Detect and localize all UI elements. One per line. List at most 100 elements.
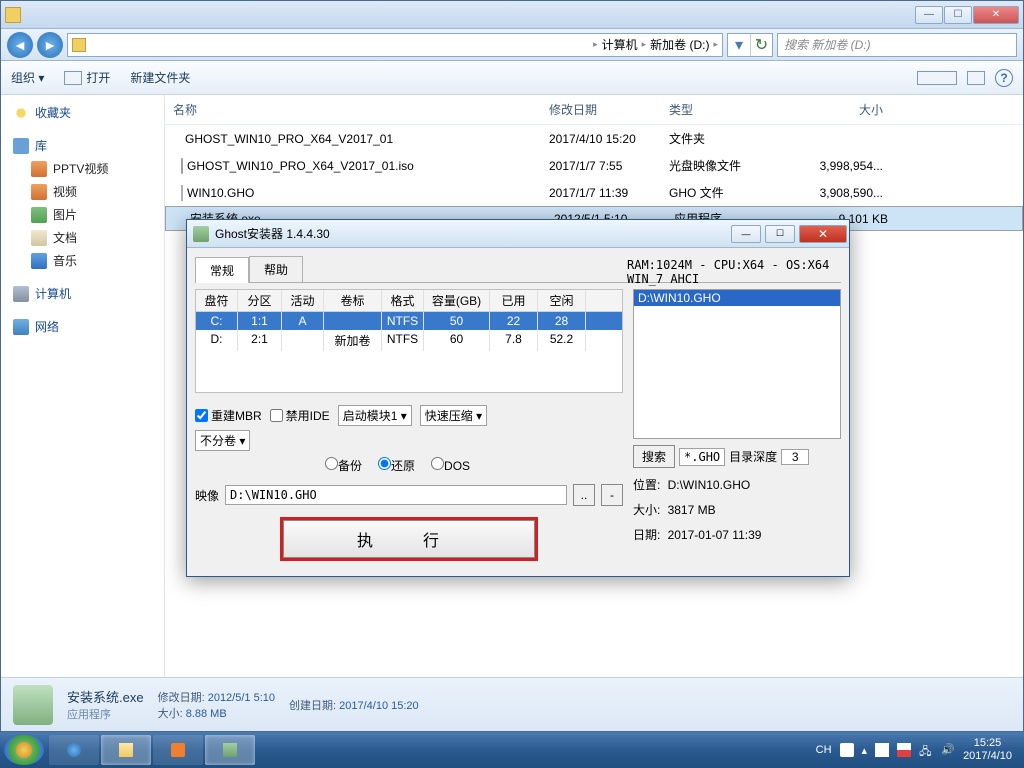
drive-icon (72, 38, 86, 52)
sidebar-item-video[interactable]: 视频 (1, 180, 164, 203)
col-partition: 分区 (238, 290, 282, 311)
toolbar: 组织 ▾ 打开 新建文件夹 ? (1, 61, 1023, 95)
search-input[interactable]: 搜索 新加卷 (D:) (777, 33, 1017, 57)
extension-filter[interactable]: *.GHO (679, 448, 725, 466)
iso-icon (181, 158, 183, 174)
rebuild-mbr-checkbox[interactable]: 重建MBR (195, 407, 262, 424)
sidebar-item-music[interactable]: 音乐 (1, 249, 164, 272)
folder-icon (5, 7, 21, 23)
sidebar-network[interactable]: 网络 (1, 315, 164, 338)
col-name[interactable]: 名称 (165, 99, 541, 120)
restore-radio[interactable]: 还原 (378, 457, 415, 474)
dos-radio[interactable]: DOS (431, 457, 470, 474)
sidebar-favorites[interactable]: 收藏夹 (1, 101, 164, 124)
clock[interactable]: 15:25 2017/4/10 (963, 737, 1012, 763)
organize-menu[interactable]: 组织 ▾ (11, 69, 44, 86)
document-icon (31, 230, 47, 246)
details-pane: 安装系统.exe 应用程序 修改日期: 2012/5/1 5:10 大小: 8.… (1, 677, 1023, 731)
sidebar-item-pptv[interactable]: PPTV视频 (1, 157, 164, 180)
breadcrumb-drive[interactable]: 新加卷 (D:) (650, 36, 709, 53)
new-folder-button[interactable]: 新建文件夹 (130, 69, 190, 86)
refresh-button[interactable]: ↻ (750, 34, 772, 56)
tab-general[interactable]: 常规 (195, 257, 249, 283)
image-label: 映像 (195, 487, 219, 504)
gho-file-list[interactable]: D:\WIN10.GHO (633, 289, 841, 439)
dialog-minimize-button[interactable]: — (731, 225, 761, 243)
browse-button[interactable]: .. (573, 484, 595, 506)
file-row[interactable]: WIN10.GHO2017/1/7 11:39GHO 文件3,908,590..… (165, 179, 1023, 206)
app-icon (193, 226, 209, 242)
disable-ide-checkbox[interactable]: 禁用IDE (270, 407, 330, 424)
partition-row[interactable]: C:1:1ANTFS502228 (196, 312, 622, 330)
partition-row[interactable]: D:2:1新加卷NTFS607.852.2 (196, 330, 622, 351)
depth-input[interactable] (781, 449, 809, 465)
search-button[interactable]: 搜索 (633, 445, 675, 468)
compress-select[interactable]: 快速压缩 ▾ (420, 405, 487, 426)
help-button[interactable]: ? (995, 69, 1013, 87)
gho-icon (181, 185, 183, 201)
taskbar-explorer[interactable] (101, 735, 151, 765)
execute-button[interactable]: 执行 (283, 520, 535, 558)
close-button[interactable]: ✕ (973, 6, 1019, 24)
file-row[interactable]: GHOST_WIN10_PRO_X64_V2017_01.iso2017/1/7… (165, 152, 1023, 179)
open-button[interactable]: 打开 (64, 69, 110, 86)
col-date[interactable]: 修改日期 (541, 99, 661, 120)
col-type[interactable]: 类型 (661, 99, 781, 120)
star-icon (13, 105, 29, 121)
network-tray-icon[interactable]: 🖧 (919, 743, 933, 757)
media-icon (171, 743, 185, 757)
breadcrumb-computer[interactable]: 计算机 (602, 36, 638, 53)
language-indicator[interactable]: CH (816, 744, 832, 756)
backup-radio[interactable]: 备份 (325, 457, 362, 474)
depth-label: 目录深度 (729, 448, 777, 465)
image-path-input[interactable] (225, 485, 567, 505)
dropdown-icon[interactable]: ▾ (728, 34, 750, 56)
taskbar-ie[interactable] (49, 735, 99, 765)
dialog-close-button[interactable]: ✕ (799, 225, 847, 243)
tab-help[interactable]: 帮助 (249, 256, 303, 282)
library-icon (13, 138, 29, 154)
sidebar-item-documents[interactable]: 文档 (1, 226, 164, 249)
minimize-button[interactable]: — (915, 6, 943, 24)
address-path[interactable]: ▸ 计算机 ▸ 新加卷 (D:) ▸ (67, 33, 723, 57)
ie-icon (67, 743, 81, 757)
info-date: 2017-01-07 11:39 (668, 528, 762, 542)
taskbar-ghost[interactable] (205, 735, 255, 765)
dialog-maximize-button[interactable]: ☐ (765, 225, 795, 243)
taskbar-media[interactable] (153, 735, 203, 765)
boot-module-select[interactable]: 启动模块1 ▾ (338, 405, 412, 426)
security-icon[interactable] (897, 743, 911, 757)
maximize-button[interactable]: ☐ (944, 6, 972, 24)
split-select[interactable]: 不分卷 ▾ (195, 430, 250, 451)
network-icon (13, 319, 29, 335)
ghost-icon (223, 743, 237, 757)
keyboard-icon[interactable] (840, 743, 854, 757)
flag-icon[interactable] (875, 743, 889, 757)
sidebar-item-pictures[interactable]: 图片 (1, 203, 164, 226)
clear-button[interactable]: - (601, 484, 623, 506)
col-used: 已用 (490, 290, 538, 311)
music-icon (31, 253, 47, 269)
dialog-titlebar[interactable]: Ghost安装器 1.4.4.30 — ☐ ✕ (187, 220, 849, 248)
file-row[interactable]: GHOST_WIN10_PRO_X64_V2017_012017/4/10 15… (165, 125, 1023, 152)
address-bar: ◄ ► ▸ 计算机 ▸ 新加卷 (D:) ▸ ▾ ↻ 搜索 新加卷 (D:) (1, 29, 1023, 61)
col-size[interactable]: 大小 (781, 99, 891, 120)
column-headers: 名称 修改日期 类型 大小 (165, 95, 1023, 125)
forward-button[interactable]: ► (37, 32, 63, 58)
gho-list-item[interactable]: D:\WIN10.GHO (634, 290, 840, 306)
sidebar-library[interactable]: 库 (1, 134, 164, 157)
titlebar: — ☐ ✕ (1, 1, 1023, 29)
video-icon (31, 184, 47, 200)
back-button[interactable]: ◄ (7, 32, 33, 58)
preview-pane-button[interactable] (967, 71, 985, 85)
video-icon (31, 161, 47, 177)
partition-table: 盘符 分区 活动 卷标 格式 容量(GB) 已用 空闲 C:1:1ANTFS50… (195, 289, 623, 393)
volume-icon[interactable]: 🔊 (941, 743, 955, 757)
col-drive: 盘符 (196, 290, 238, 311)
view-options-button[interactable] (917, 71, 957, 85)
tray-chevron-icon[interactable]: ▴ (862, 744, 868, 757)
system-tray: CH ▴ 🖧 🔊 15:25 2017/4/10 (816, 737, 1020, 763)
start-button[interactable] (4, 735, 44, 765)
sidebar-computer[interactable]: 计算机 (1, 282, 164, 305)
info-size: 3817 MB (668, 503, 716, 517)
